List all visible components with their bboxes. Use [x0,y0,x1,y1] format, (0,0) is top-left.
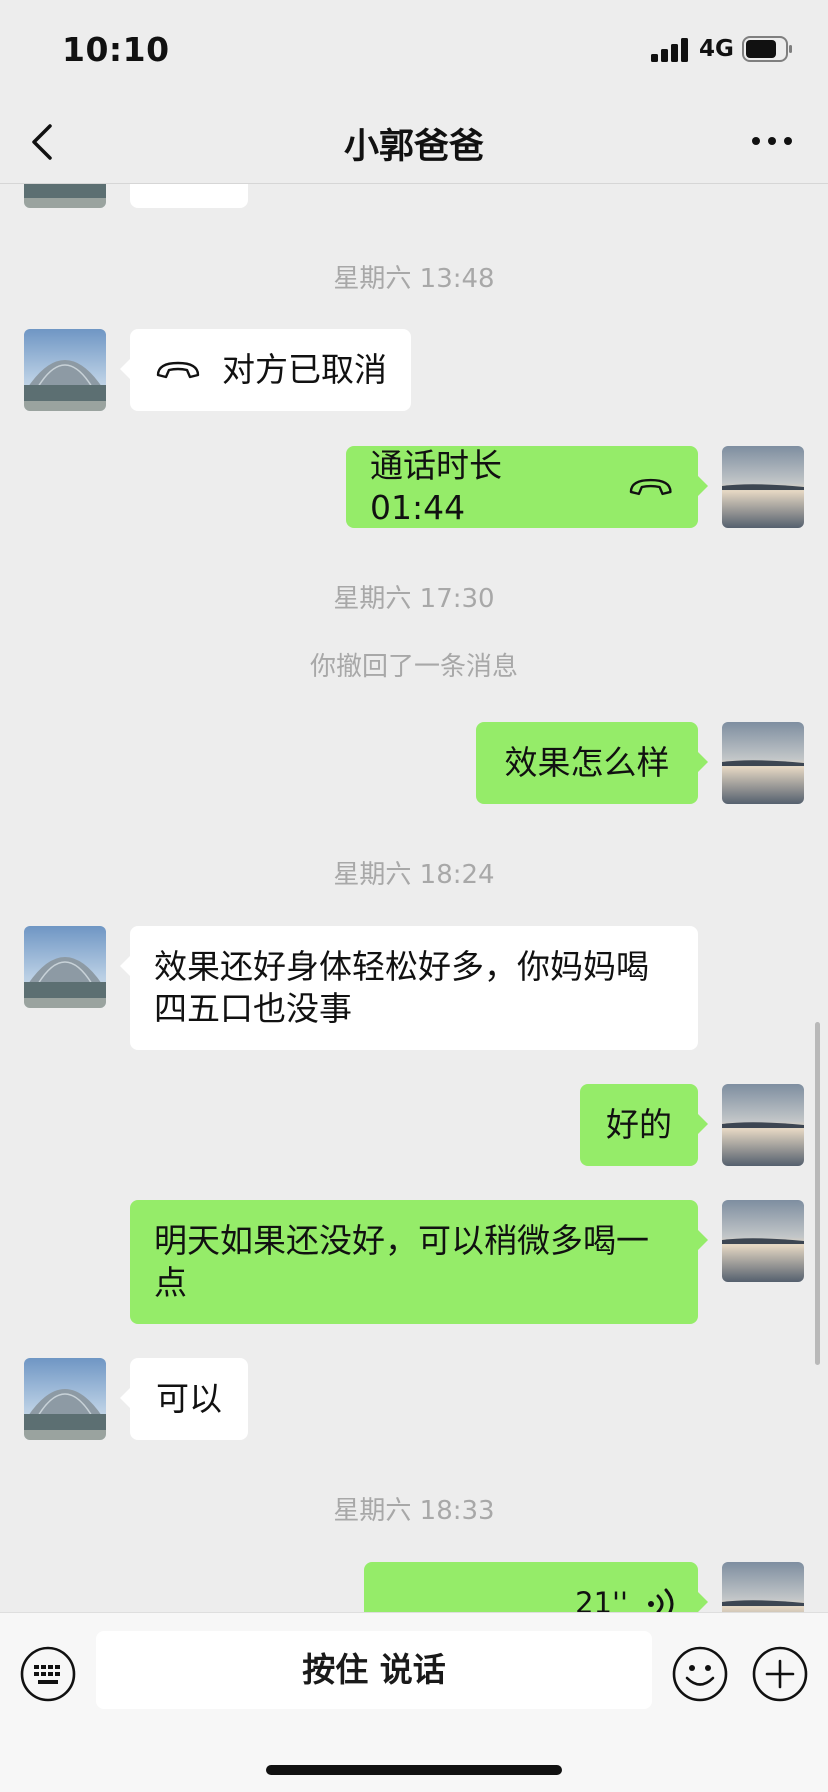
input-bar: 按住 说话 [0,1612,828,1792]
timestamp: 星期六 17:30 [333,584,495,614]
my-avatar[interactable] [722,446,804,528]
timestamp: 星期六 18:24 [333,860,495,890]
my-avatar[interactable] [722,722,804,804]
message-text-line: 点 [154,1263,187,1302]
my-avatar[interactable] [722,1200,804,1282]
message-bubble[interactable]: 明天如果还没好，可以稍微多喝一 点 [130,1200,708,1324]
call-duration-text: 通话时长 01:44 [370,446,502,527]
scrollbar[interactable] [815,1022,820,1365]
contact-avatar[interactable] [24,1358,106,1440]
voice-message-bubble[interactable]: 21'' [364,1562,708,1612]
phone-hangup-icon [156,361,200,379]
contact-avatar[interactable] [24,926,106,1008]
message-bubble[interactable]: 好的 [580,1084,708,1166]
my-avatar[interactable] [722,1562,804,1612]
message-text-line: 四五口也没事 [154,989,352,1028]
call-record-bubble[interactable]: 对方已取消 [120,329,411,411]
my-avatar[interactable] [722,1084,804,1166]
message-text: 效果怎么样 [504,743,670,782]
keyboard-icon[interactable] [19,1645,77,1703]
contact-avatar[interactable] [24,329,106,411]
recall-notice: 你撤回了一条消息 [309,652,518,682]
message-text-line: 明天如果还没好，可以稍微多喝一 [154,1221,649,1260]
message-list[interactable]: 星期六 13:48 对方已取消 通话时长 01:44 星期六 17:30 你撤回… [0,0,828,1612]
call-record-bubble[interactable]: 通话时长 01:44 [346,446,708,528]
more-dots-icon[interactable] [748,126,796,156]
timestamp: 星期六 13:48 [333,264,495,294]
chat-title: 小郭爸爸 [343,127,484,167]
emoji-icon[interactable] [671,1645,729,1703]
plus-icon[interactable] [751,1645,809,1703]
phone-hangup-icon [629,478,672,496]
message-bubble[interactable]: 效果还好身体轻松好多，你妈妈喝 四五口也没事 [120,926,698,1050]
message-bubble[interactable]: 可以 [120,1358,248,1440]
call-status-text: 对方已取消 [222,350,387,389]
message-text-line: 效果还好身体轻松好多，你妈妈喝 [154,947,649,986]
home-indicator [266,1765,562,1775]
timestamp: 星期六 18:33 [333,1496,495,1526]
message-text: 可以 [156,1379,222,1418]
message-text: 好的 [606,1105,672,1144]
hold-to-talk-button[interactable]: 按住 说话 [96,1631,652,1709]
chat-header: 小郭爸爸 [0,100,828,184]
voice-duration: 21'' [575,1586,628,1612]
voice-wave-icon [648,1588,674,1612]
message-bubble[interactable]: 效果怎么样 [476,722,708,804]
